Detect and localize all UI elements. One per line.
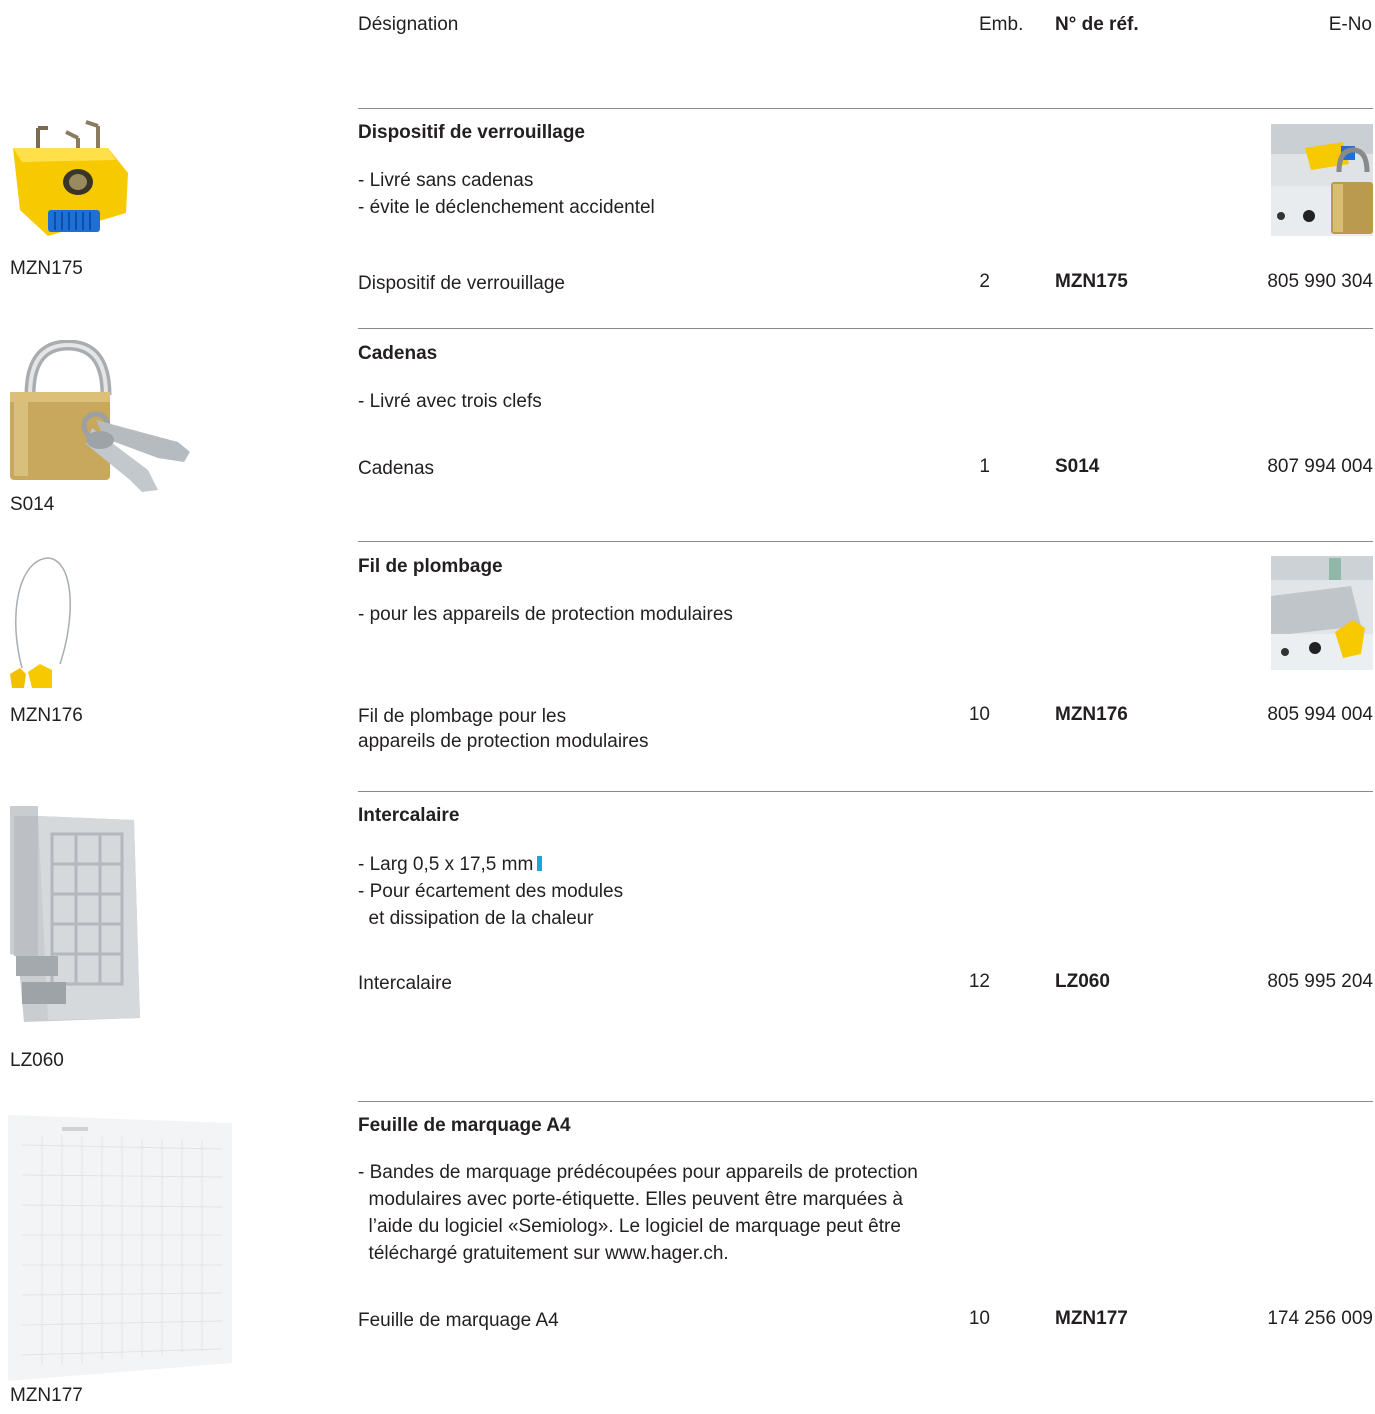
section-bullets: - Bandes de marquage prédécoupées pour a… bbox=[358, 1159, 918, 1267]
section-bullets: - Livré sans cadenas - évite le déclench… bbox=[358, 167, 655, 221]
bullet-item: - Larg 0,5 x 17,5 mm bbox=[358, 851, 623, 878]
spacer-icon bbox=[8, 806, 142, 1024]
seal-wire-icon bbox=[8, 556, 78, 694]
bullet-item: - évite le déclenchement accidentel bbox=[358, 197, 655, 218]
breaker-with-seal-icon bbox=[1271, 556, 1373, 670]
section-divider bbox=[358, 791, 1373, 792]
bullet-item: - pour les appareils de protection modul… bbox=[358, 604, 733, 625]
bullet-item: - Bandes de marquage prédécoupées pour a… bbox=[358, 1162, 918, 1183]
section-divider bbox=[358, 541, 1373, 542]
row-eno: 805 994 004 bbox=[1267, 704, 1373, 725]
bullet-item: - Livré sans cadenas bbox=[358, 170, 534, 191]
column-header-emb: Emb. bbox=[979, 14, 1024, 35]
bullet-text: - Larg 0,5 x 17,5 mm bbox=[358, 854, 534, 875]
row-emb: 12 bbox=[968, 971, 990, 992]
section-divider bbox=[358, 328, 1373, 329]
row-eno: 805 990 304 bbox=[1267, 271, 1373, 292]
row-ref: MZN175 bbox=[1055, 271, 1128, 292]
column-header-designation: Désignation bbox=[358, 14, 459, 35]
padlock-icon bbox=[8, 339, 198, 498]
row-eno: 174 256 009 bbox=[1267, 1308, 1373, 1329]
row-designation: Cadenas bbox=[358, 458, 435, 479]
row-designation: Dispositif de verrouillage bbox=[358, 273, 565, 294]
bullet-item: téléchargé gratuitement sur www.hager.ch… bbox=[358, 1243, 729, 1264]
bullet-item: et dissipation de la chaleur bbox=[358, 908, 594, 929]
bullet-item: l’aide du logiciel «Semiolog». Le logici… bbox=[358, 1216, 901, 1237]
section-divider bbox=[358, 108, 1373, 109]
row-ref: MZN176 bbox=[1055, 704, 1128, 725]
row-eno: 807 994 004 bbox=[1267, 456, 1373, 477]
product-row: Dispositif de verrouillage 2 MZN175 805 … bbox=[358, 271, 1373, 325]
row-eno: 805 995 204 bbox=[1267, 971, 1373, 992]
bullet-item: - Livré avec trois clefs bbox=[358, 391, 542, 412]
product-row: Feuille de marquage A4 10 MZN177 174 256… bbox=[358, 1308, 1373, 1362]
thumb-caption: S014 bbox=[10, 494, 55, 515]
column-header-ref: N° de réf. bbox=[1055, 14, 1139, 35]
width-marker-icon bbox=[537, 856, 543, 871]
row-designation: Feuille de marquage A4 bbox=[358, 1310, 559, 1331]
product-row: Fil de plombage pour les appareils de pr… bbox=[358, 704, 1373, 758]
thumb-caption: MZN175 bbox=[10, 258, 83, 279]
section-title: Cadenas bbox=[358, 343, 438, 364]
section-title: Dispositif de verrouillage bbox=[358, 122, 585, 143]
breaker-with-padlock-icon bbox=[1271, 124, 1373, 236]
section-bullets: - Livré avec trois clefs bbox=[358, 388, 542, 415]
row-emb: 1 bbox=[979, 456, 990, 477]
thumb-caption: MZN177 bbox=[10, 1385, 83, 1406]
row-emb: 10 bbox=[968, 704, 990, 725]
row-ref: MZN177 bbox=[1055, 1308, 1128, 1329]
bullet-item: - Pour écartement des modules bbox=[358, 881, 624, 902]
row-ref: LZ060 bbox=[1055, 971, 1110, 992]
section-title: Feuille de marquage A4 bbox=[358, 1115, 571, 1136]
section-bullets: - Larg 0,5 x 17,5 mm - Pour écartement d… bbox=[358, 851, 623, 932]
row-ref: S014 bbox=[1055, 456, 1100, 477]
locking-device-icon bbox=[8, 118, 133, 243]
bullet-item: modulaires avec porte-étiquette. Elles p… bbox=[358, 1189, 903, 1210]
product-row: Intercalaire 12 LZ060 805 995 204 bbox=[358, 971, 1373, 1025]
row-designation: Intercalaire bbox=[358, 973, 452, 994]
row-emb: 10 bbox=[968, 1308, 990, 1329]
product-row: Cadenas 1 S014 807 994 004 bbox=[358, 456, 1373, 510]
section-divider bbox=[358, 1101, 1373, 1102]
marking-sheet-icon bbox=[8, 1115, 234, 1381]
section-bullets: - pour les appareils de protection modul… bbox=[358, 601, 733, 628]
row-designation: Fil de plombage pour les appareils de pr… bbox=[358, 706, 649, 752]
row-emb: 2 bbox=[979, 271, 990, 292]
section-title: Intercalaire bbox=[358, 805, 460, 826]
section-title: Fil de plombage bbox=[358, 556, 503, 577]
thumb-caption: LZ060 bbox=[10, 1050, 64, 1071]
column-header-eno: E-No bbox=[1328, 14, 1372, 35]
thumb-caption: MZN176 bbox=[10, 705, 83, 726]
